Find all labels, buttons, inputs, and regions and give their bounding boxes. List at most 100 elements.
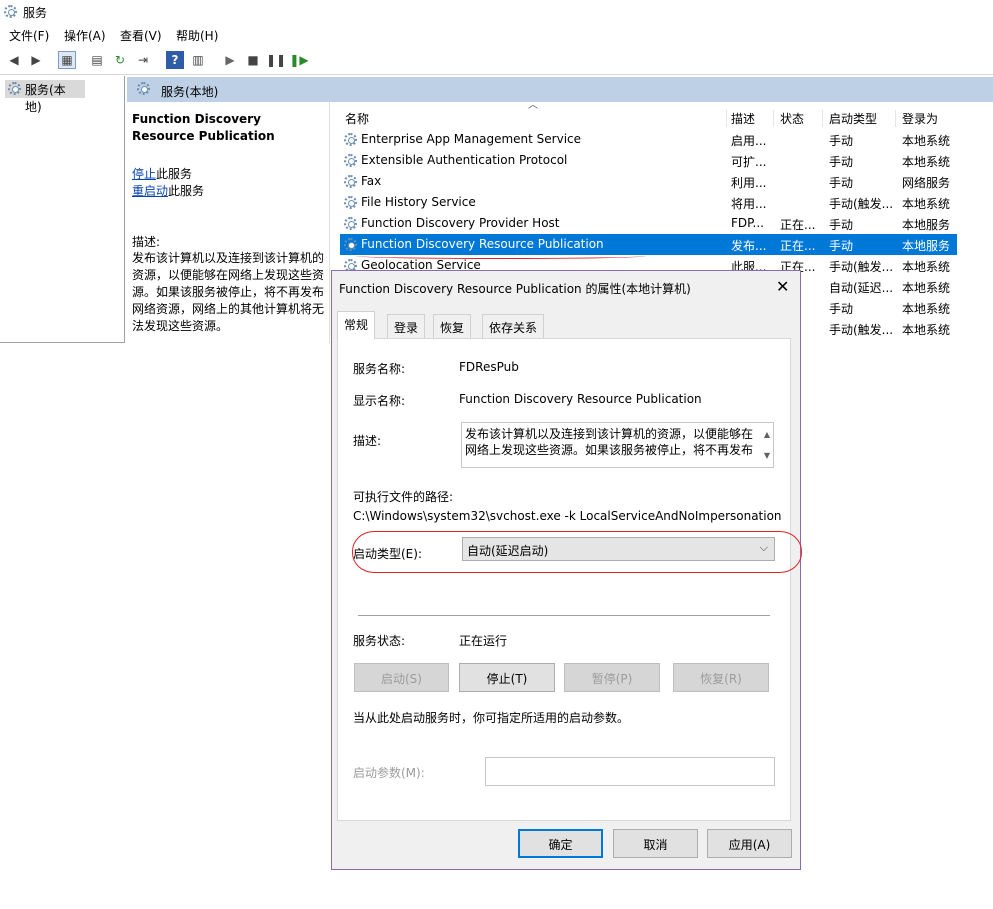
- cancel-button[interactable]: 取消: [613, 829, 698, 858]
- service-cell-status: 正在...: [780, 239, 816, 253]
- general-tab-panel: 服务名称: FDResPub 显示名称: Function Discovery …: [337, 338, 802, 821]
- service-cell-name: Fax: [361, 174, 382, 188]
- service-name-value: FDResPub: [459, 360, 519, 374]
- service-row-partial[interactable]: 手动 本地系统: [800, 297, 957, 318]
- red-oval-annotation: [352, 531, 802, 573]
- column-header-status[interactable]: 状态: [774, 110, 823, 127]
- service-gear-icon: [344, 238, 357, 251]
- service-row[interactable]: Enterprise App Management Service 启用... 手动…: [340, 129, 957, 150]
- service-status-label: 服务状态:: [353, 634, 406, 648]
- toolbar: ◀ ▶ ▦ ▤ ↻ ⇥ ? ▥ ▶ ■ ❚❚ ❚▶: [0, 45, 993, 75]
- pane-header-title: 服务(本地): [161, 85, 219, 99]
- tab-dependencies[interactable]: 依存关系: [482, 314, 545, 338]
- scroll-down-icon[interactable]: ▼: [764, 448, 770, 464]
- service-row[interactable]: Extensible Authentication Protocol 可扩... 手…: [340, 150, 957, 171]
- executable-path-value: C:\Windows\system32\svchost.exe -k Local…: [353, 509, 782, 523]
- service-cell-startup: 自动(延迟...: [829, 281, 894, 295]
- resume-button[interactable]: 恢复(R): [673, 663, 769, 692]
- service-cell-startup: 手动(触发...: [829, 260, 894, 274]
- description-textbox[interactable]: 发布该计算机以及连接到该计算机的资源，以便能够在网络上发现这些资源。如果该服务被…: [461, 422, 774, 468]
- service-cell-desc: 启用...: [731, 134, 767, 148]
- forward-arrow-icon[interactable]: ▶: [27, 51, 45, 69]
- back-arrow-icon[interactable]: ◀: [5, 51, 23, 69]
- help-icon[interactable]: ?: [166, 51, 184, 69]
- description-text: 发布该计算机以及连接到该计算机的资源，以便能够在网络上发现这些资源。如果该服务被…: [132, 251, 325, 333]
- menu-help[interactable]: 帮助(H): [176, 27, 218, 44]
- stop-button[interactable]: 停止(T): [459, 663, 555, 692]
- menu-bar: 文件(F) 操作(A) 查看(V) 帮助(H): [0, 24, 993, 45]
- service-row[interactable]: Fax 利用... 手动 网络服务: [340, 171, 957, 192]
- show-hide-tree-icon[interactable]: ▦: [58, 51, 76, 69]
- tab-general[interactable]: 常规: [337, 311, 376, 339]
- window-title: 服务: [23, 6, 48, 20]
- pause-service-icon[interactable]: ❚❚: [266, 51, 286, 69]
- service-cell-logon: 本地系统: [902, 260, 951, 274]
- tab-recovery[interactable]: 恢复: [433, 314, 472, 338]
- close-icon[interactable]: ✕: [776, 277, 789, 296]
- service-cell-name: File History Service: [361, 195, 476, 209]
- refresh-icon[interactable]: ↻: [111, 51, 129, 69]
- service-row[interactable]: File History Service 将用... 手动(触发... 本地系统: [340, 192, 957, 213]
- column-header-logon[interactable]: 登录为: [896, 110, 956, 127]
- pause-button[interactable]: 暂停(P): [564, 663, 660, 692]
- tab-logon[interactable]: 登录: [387, 314, 426, 338]
- scroll-up-icon[interactable]: ▲: [764, 427, 770, 443]
- service-row[interactable]: Function Discovery Provider Host FDP... 正在…: [340, 213, 957, 234]
- tree-node-label: 服务(本地): [25, 83, 66, 114]
- service-row-partial[interactable]: 手动(触发... 本地系统: [800, 318, 957, 339]
- restart-service-link[interactable]: 重启动: [132, 184, 168, 198]
- apply-button[interactable]: 应用(A): [707, 829, 792, 858]
- properties-sheet-icon[interactable]: ▤: [88, 51, 106, 69]
- service-cell-desc: 将用...: [731, 197, 767, 211]
- export-list-icon[interactable]: ⇥: [134, 51, 152, 69]
- column-header-startup-type[interactable]: 启动类型: [823, 110, 896, 127]
- service-cell-status: 正在...: [780, 218, 816, 232]
- start-params-label: 启动参数(M):: [353, 766, 425, 780]
- service-cell-startup: 手动: [829, 239, 854, 253]
- description-label: 描述:: [353, 434, 382, 448]
- dialog-title: Function Discovery Resource Publication …: [339, 282, 691, 296]
- service-cell-desc: FDP...: [731, 216, 764, 230]
- description-value: 发布该计算机以及连接到该计算机的资源，以便能够在网络上发现这些资源。如果该服务被…: [465, 427, 754, 457]
- service-gear-icon: [344, 196, 357, 209]
- menu-action[interactable]: 操作(A): [64, 27, 106, 44]
- start-service-icon[interactable]: ▶: [221, 51, 239, 69]
- red-underline-annotation: [356, 253, 646, 259]
- service-cell-startup: 手动(触发...: [829, 197, 894, 211]
- console-tree: 服务(本地): [0, 76, 125, 343]
- service-cell-startup: 手动: [829, 155, 854, 169]
- restart-service-icon[interactable]: ❚▶: [289, 51, 308, 69]
- service-cell-logon: 本地系统: [902, 134, 951, 148]
- service-cell-startup: 手动: [829, 134, 854, 148]
- divider: [358, 615, 770, 616]
- console-view-icon[interactable]: ▥: [189, 51, 207, 69]
- display-name-value: Function Discovery Resource Publication: [459, 392, 702, 406]
- service-gear-icon: [344, 154, 357, 167]
- pane-header: 服务(本地): [127, 77, 993, 102]
- menu-file[interactable]: 文件(F): [9, 27, 49, 44]
- service-row-partial[interactable]: 自动(延迟... 本地系统: [800, 276, 957, 297]
- sort-ascending-icon: ︿: [528, 100, 538, 111]
- start-button[interactable]: 启动(S): [354, 663, 449, 692]
- column-header-description[interactable]: 描述: [725, 110, 774, 127]
- stop-service-link[interactable]: 停止: [132, 167, 156, 181]
- start-params-input[interactable]: [485, 757, 775, 786]
- service-cell-logon: 本地系统: [902, 302, 951, 316]
- stop-service-line: 停止此服务: [132, 165, 192, 182]
- service-gear-icon: [344, 175, 357, 188]
- description-label: 描述:: [132, 235, 161, 249]
- display-name-label: 显示名称:: [353, 394, 406, 408]
- menu-view[interactable]: 查看(V): [120, 27, 162, 44]
- stop-suffix: 此服务: [156, 167, 193, 181]
- stop-service-icon[interactable]: ■: [244, 51, 262, 69]
- service-cell-logon: 本地服务: [902, 218, 951, 232]
- service-cell-logon: 本地系统: [902, 197, 951, 211]
- service-cell-desc: 发布...: [731, 239, 767, 253]
- service-row[interactable]: Function Discovery Resource Publication 发…: [340, 234, 957, 255]
- services-list-header: 名称 描述 状态 启动类型 登录为: [331, 102, 993, 127]
- ok-button[interactable]: 确定: [518, 829, 603, 858]
- tree-node-services-local[interactable]: 服务(本地): [5, 80, 85, 114]
- service-cell-startup: 手动: [829, 176, 854, 190]
- column-header-name[interactable]: 名称: [339, 110, 727, 127]
- service-cell-logon: 本地系统: [902, 155, 951, 169]
